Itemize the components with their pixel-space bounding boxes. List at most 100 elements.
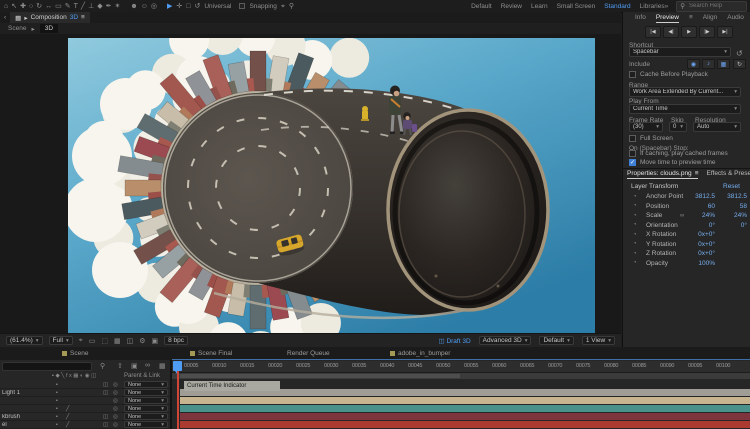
home-icon[interactable]: ⌂ [4,1,8,12]
tab-properties[interactable]: Properties: clouds.png ≡ [627,170,699,179]
property-value[interactable]: 0° [687,222,715,229]
workspace-tab-small-screen[interactable]: Small Screen [557,3,596,10]
current-time-indicator-handle[interactable] [173,361,182,374]
property-value[interactable]: 0x+0° [687,231,715,238]
layer-duration-bar[interactable] [180,397,750,404]
property-value[interactable]: 0x+0° [687,250,715,257]
stopwatch-icon[interactable]: ◔ [633,222,637,228]
ruler-icon[interactable]: ⌖ [79,337,83,345]
stopwatch-icon[interactable]: ◔ [633,241,637,247]
camera-icon[interactable]: ▣ [152,337,159,345]
orbit-camera-tool-icon[interactable]: ↻ [36,1,42,12]
play-button[interactable]: ▶ [681,26,697,38]
selection-tool-icon[interactable]: ↖ [11,1,17,12]
view-count-dropdown[interactable]: 1 View ▾ [581,336,615,345]
property-value[interactable]: 0° [719,222,747,229]
tab-info[interactable]: Info [635,14,646,23]
next-frame-button[interactable]: |▶ [699,26,715,38]
magnify-icon[interactable]: ⚲ [289,1,294,12]
play-from-dropdown[interactable]: Current Time ▾ [629,104,741,114]
stopwatch-icon[interactable]: ◔ [633,232,637,238]
range-dropdown[interactable]: Work Area Extended By Current... ▾ [629,87,741,97]
workspace-overflow-icon[interactable]: » [665,3,669,10]
include-audio-icon[interactable]: ♪ [702,59,715,69]
pen-tool-icon[interactable]: ✎ [65,1,71,12]
previous-frame-button[interactable]: ◀| [663,26,679,38]
layer-duration-bar[interactable] [180,413,750,420]
renderer-dropdown[interactable]: Advanced 3D ▾ [478,336,532,345]
puppet-tool-icon[interactable]: ✶ [114,1,120,12]
include-overlays-icon[interactable]: ▦ [717,59,730,69]
brush-tool-icon[interactable]: ✒ [106,1,112,12]
link-icon[interactable]: ∞ [680,213,684,219]
tab-align[interactable]: Align [703,14,717,23]
gizmo-rotate-icon[interactable]: ↺ [194,1,200,12]
reset-icon[interactable]: ↺ [736,49,743,58]
view-layout-dropdown[interactable]: Default ▾ [539,336,574,345]
gizmo-position-icon[interactable]: ✛ [176,1,182,12]
property-value[interactable]: 60 [687,203,715,210]
workspace-tab-default[interactable]: Default [471,3,492,10]
layer-duration-bar[interactable] [180,421,750,428]
workspace-tab-libraries[interactable]: Libraries [640,3,665,10]
stopwatch-icon[interactable]: ◔ [633,194,637,200]
region-of-interest-icon[interactable]: ⬚ [101,337,108,345]
workspace-tab-learn[interactable]: Learn [531,3,548,10]
breadcrumb-parent[interactable]: Scene [8,25,26,32]
last-frame-button[interactable]: ▶| [717,26,733,38]
shortcut-dropdown[interactable]: Spacebar ▾ [629,47,731,57]
transparency-grid-icon[interactable]: ▦ [114,337,121,345]
draft-3d-toggle[interactable]: ◫ Draft 3D [438,337,470,345]
snapping-checkbox[interactable] [239,3,246,9]
roto-brush-tool-icon[interactable]: ☻ [130,1,137,12]
property-value[interactable]: 58 [719,203,747,210]
property-value[interactable]: 0x+0° [687,241,715,248]
stopwatch-icon[interactable]: ◔ [633,203,637,209]
line-tool-icon[interactable]: ╱ [81,1,85,12]
pan-camera-tool-icon[interactable]: ↔ [45,1,52,12]
tab-preview[interactable]: Preview [655,14,679,23]
tab-audio[interactable]: Audio [727,14,744,23]
tab-composition[interactable]: ▦ ▸ Composition 3D ≡ [10,12,90,23]
stopwatch-icon[interactable]: ◔ [633,251,637,257]
panel-menu-icon[interactable]: ≡ [689,14,693,23]
channel-icon[interactable]: ⚙ [139,337,145,345]
puppet-pin-tool-icon[interactable]: ☺ [141,1,148,12]
gizmo-scale-icon[interactable]: □ [186,1,190,12]
cache-play-checkbox[interactable] [629,150,636,157]
active-selection-tool-icon[interactable]: ▶ [167,1,172,12]
include-video-icon[interactable]: ◉ [687,59,700,69]
cache-before-playback-checkbox[interactable] [629,71,636,78]
search-input[interactable] [687,2,743,10]
frame-rate-dropdown[interactable]: (30) ▾ [629,122,663,132]
guides-icon[interactable]: ◫ [127,337,134,345]
property-value[interactable]: 24% [719,212,747,219]
breadcrumb-current[interactable]: 3D [39,24,59,33]
zoom-tool-icon[interactable]: ○ [29,1,33,12]
type-tool-icon[interactable]: T [74,1,78,12]
resolution-dropdown[interactable]: Full ▾ [48,336,73,345]
mask-visibility-icon[interactable]: ▭ [89,337,96,345]
layer-duration-bar[interactable] [180,405,750,412]
tracker-tool-icon[interactable]: ◎ [151,1,157,12]
move-time-checkbox[interactable]: ✓ [629,159,636,166]
first-frame-button[interactable]: |◀ [645,26,661,38]
loop-icon[interactable]: ↻ [733,59,746,69]
mask-tool-icon[interactable]: ◆ [97,1,102,12]
back-icon[interactable]: ‹ [4,14,6,21]
property-value[interactable]: 24% [687,212,715,219]
hand-tool-icon[interactable]: ✚ [20,1,26,12]
axis-tool-icon[interactable]: ⊥ [88,1,94,12]
composition-canvas[interactable] [68,38,595,333]
help-search-box[interactable]: ⚲ [676,0,747,12]
zoom-level-dropdown[interactable]: (61.4%) ▾ [6,336,43,345]
composition-viewport[interactable] [0,34,621,333]
workspace-tab-review[interactable]: Review [501,3,522,10]
panel-menu-icon[interactable]: ≡ [81,14,85,21]
property-value[interactable]: 100% [687,260,715,267]
stopwatch-icon[interactable]: ◔ [633,260,637,266]
workspace-tab-standard[interactable]: Standard [604,3,630,10]
reset-button[interactable]: Reset [723,183,740,190]
resolution-value-dropdown[interactable]: Auto ▾ [693,122,741,132]
tab-effects-presets[interactable]: Effects & Prese [706,170,750,179]
